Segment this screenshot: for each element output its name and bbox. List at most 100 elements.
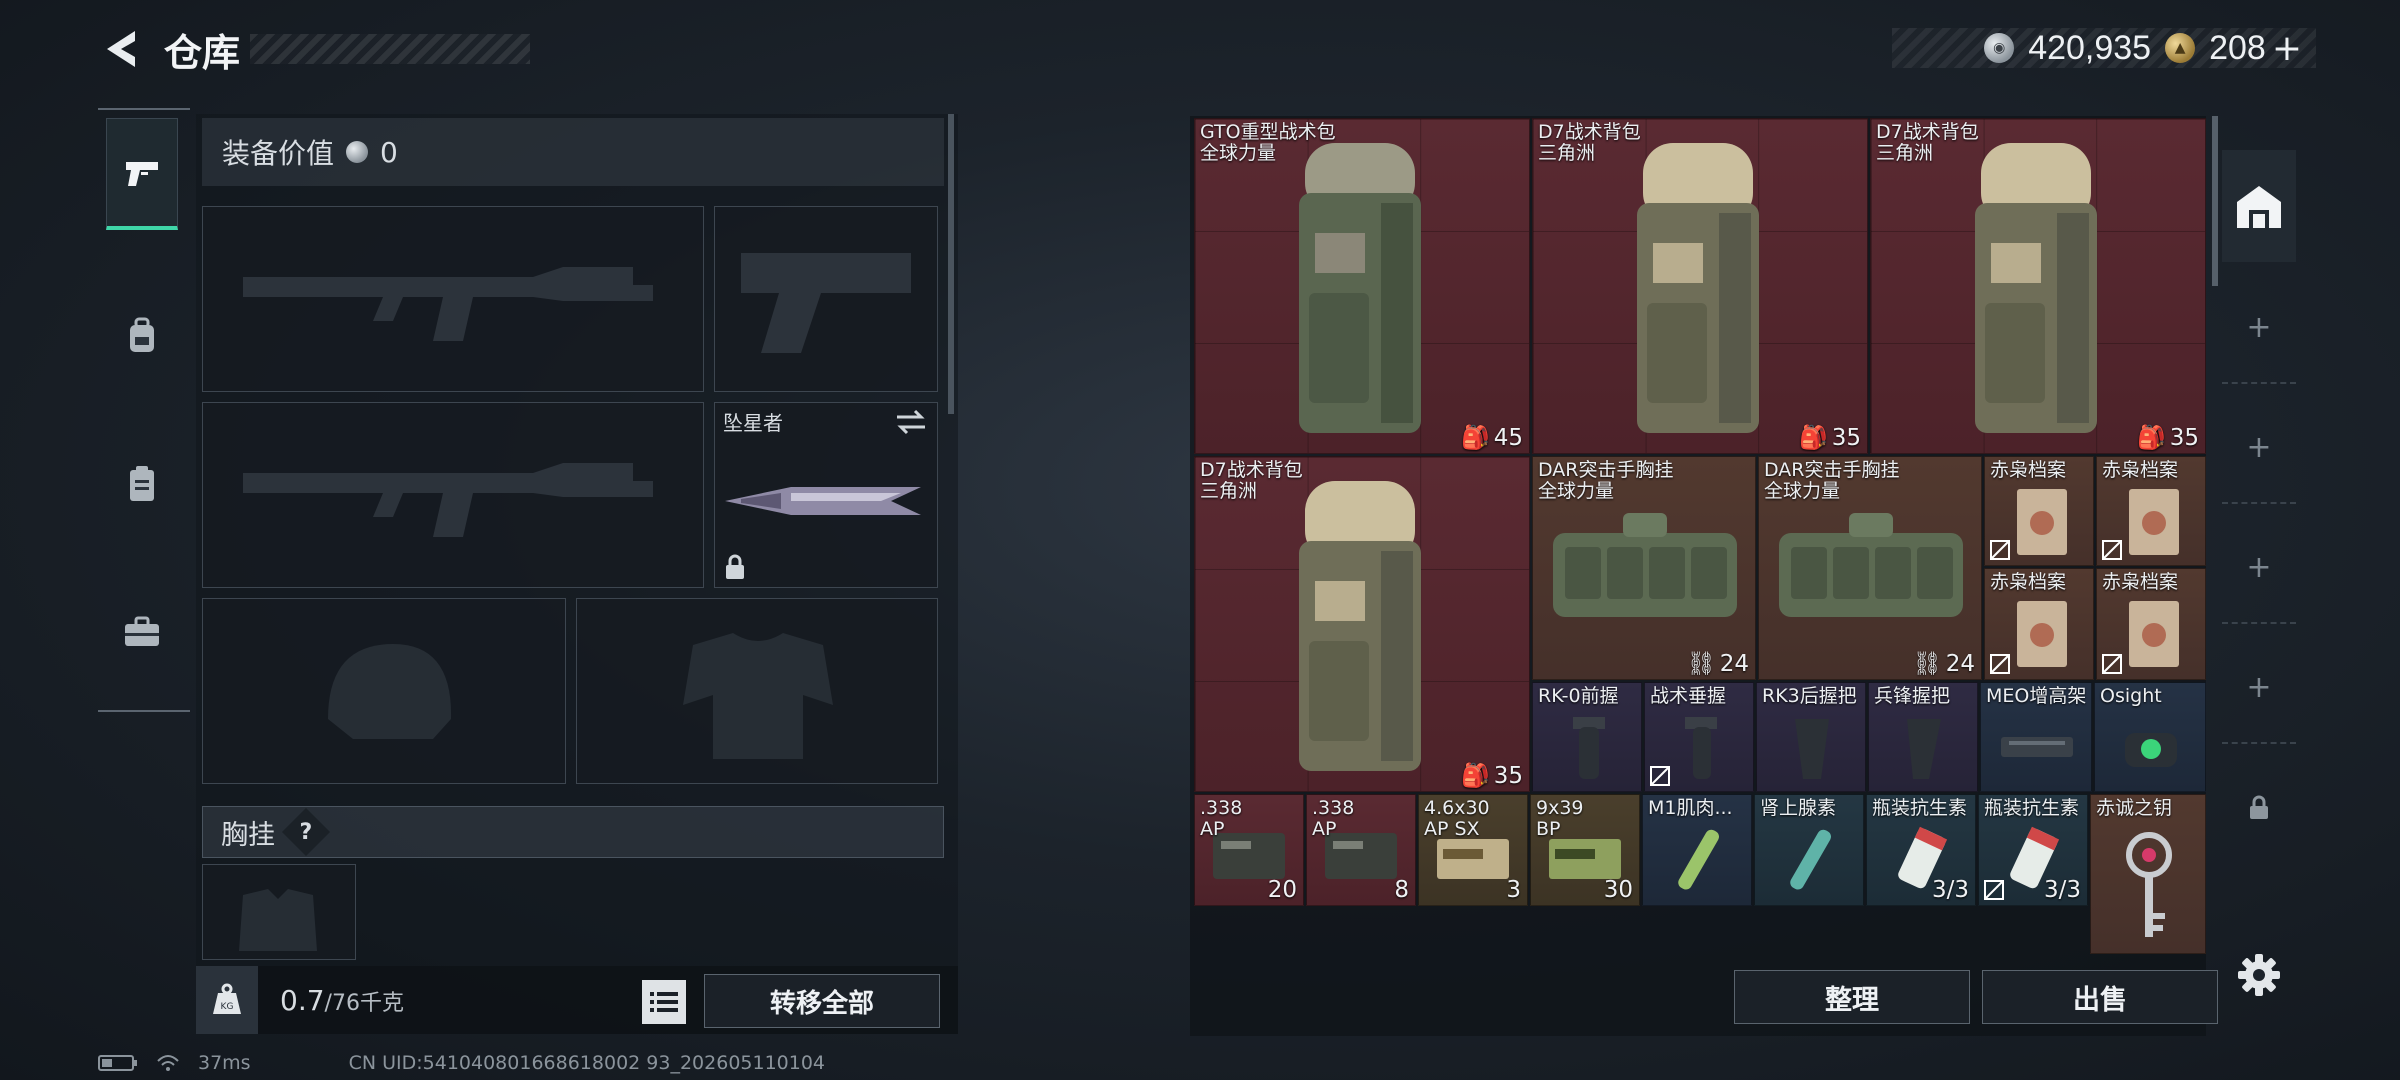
- stash-item-vertical-grip[interactable]: 战术垂握: [1644, 682, 1754, 792]
- no-insure-icon: [2102, 540, 2122, 560]
- backpack-art-icon: [1975, 143, 2097, 433]
- key-art-icon: [2126, 832, 2172, 937]
- stash-item-dossier[interactable]: 赤枭档案: [2096, 456, 2206, 566]
- tab-backpack[interactable]: [106, 280, 178, 392]
- stash-item-ammo-338[interactable]: .338 AP 20: [1194, 794, 1304, 906]
- stash-item-foregrip[interactable]: RK-0前握: [1532, 682, 1642, 792]
- ping-value: 37ms: [198, 1052, 251, 1074]
- stash-item-antibiotics[interactable]: 瓶装抗生素 3/3: [1866, 794, 1976, 906]
- stash-item-adrenaline[interactable]: 肾上腺素: [1754, 794, 1864, 906]
- sidearm-slot[interactable]: [714, 206, 938, 392]
- tab-weapons[interactable]: [106, 118, 178, 230]
- backpack-art-icon: [1637, 143, 1759, 433]
- stash-item-dar-chest-rig[interactable]: DAR突击手胸挂 全球力量 ⛓ 24: [1758, 456, 1982, 680]
- warehouse-icon: [2237, 186, 2281, 228]
- secondary-weapon-slot[interactable]: [202, 402, 704, 588]
- no-insure-icon: [1990, 540, 2010, 560]
- no-insure-icon: [1984, 880, 2004, 900]
- backpack-icon: [130, 317, 154, 352]
- stash-page-main[interactable]: [2222, 150, 2296, 262]
- stash-item-key[interactable]: 赤诚之钥: [2090, 794, 2206, 954]
- melee-slot[interactable]: 坠星者: [714, 402, 938, 588]
- injector-art-icon: [1678, 829, 1719, 890]
- helmet-silhouette-icon: [328, 644, 452, 739]
- uid-text: CN UID:541040801668618002 93_20260511010…: [348, 1052, 826, 1074]
- stash-item-rear-grip[interactable]: RK3后握把: [1756, 682, 1866, 792]
- silver-coin-icon: ◉: [1984, 33, 2015, 63]
- chest-rig-header: 胸挂 ?: [202, 806, 944, 858]
- dossier-art-icon: [2017, 489, 2067, 555]
- transfer-all-button[interactable]: 转移全部: [704, 974, 940, 1028]
- currency-bar: ◉ 420,935 ▲ 208 +: [1892, 28, 2316, 69]
- tab-chest-rig[interactable]: [106, 428, 178, 540]
- swap-icon[interactable]: [895, 409, 927, 435]
- stash-item-ammo-9x39[interactable]: 9x39 BP 30: [1530, 794, 1640, 906]
- stash-scrollbar[interactable]: [2212, 116, 2218, 286]
- stash-item-pistol-grip[interactable]: 兵锋握把: [1868, 682, 1978, 792]
- stash-item-dossier[interactable]: 赤枭档案: [1984, 568, 2094, 680]
- injector-art-icon: [1790, 829, 1831, 890]
- back-button[interactable]: [96, 22, 146, 76]
- stash-item-muscle-injector[interactable]: M1肌肉...: [1642, 794, 1752, 906]
- loadout-scrollbar[interactable]: [948, 114, 954, 414]
- locked-stash-page[interactable]: [2222, 752, 2296, 864]
- no-insure-icon: [1990, 654, 2010, 674]
- clipboard-vest-icon: [130, 466, 154, 501]
- stash-item-dar-chest-rig[interactable]: DAR突击手胸挂 全球力量 ⛓ 24: [1532, 456, 1756, 680]
- helmet-slot[interactable]: [202, 598, 566, 784]
- list-icon: [650, 992, 678, 1012]
- grip-art-icon: [1907, 719, 1941, 779]
- vest-silhouette-icon: [239, 889, 317, 951]
- stash-item-d7-backpack[interactable]: D7战术背包 三角洲 🎒 35: [1194, 456, 1530, 792]
- status-bar: 37ms CN UID:541040801668618002 93_202605…: [98, 1052, 825, 1074]
- wifi-icon: [157, 1055, 179, 1071]
- stash-panel: GTO重型战术包 全球力量 🎒 45 D7战术背包 三角洲 🎒 35 D7战术背包 三角洲: [1190, 116, 2218, 1036]
- chest-rig-art-icon: [1553, 513, 1737, 617]
- stash-item-d7-backpack[interactable]: D7战术背包 三角洲 🎒 35: [1870, 118, 2206, 454]
- dossier-art-icon: [2129, 489, 2179, 555]
- backpack-capacity-icon: 🎒: [1799, 425, 1828, 451]
- vest-capacity-icon: ⛓: [1912, 651, 1942, 677]
- briefcase-icon: [125, 616, 159, 646]
- list-view-button[interactable]: [642, 980, 686, 1024]
- stash-item-ammo-338[interactable]: .338 AP 8: [1306, 794, 1416, 906]
- add-stash-page-button[interactable]: +: [2222, 392, 2296, 504]
- lock-icon: [2250, 795, 2268, 819]
- body-armor-slot[interactable]: [576, 598, 938, 784]
- no-insure-icon: [2102, 654, 2122, 674]
- no-insure-icon: [1650, 766, 1670, 786]
- add-currency-button[interactable]: +: [2272, 28, 2302, 69]
- add-stash-page-button[interactable]: +: [2222, 512, 2296, 624]
- primary-weapon-slot[interactable]: [202, 206, 704, 392]
- sort-button[interactable]: 整理: [1734, 970, 1970, 1024]
- settings-button[interactable]: [2236, 952, 2282, 1002]
- backpack-art-icon: [1299, 481, 1421, 771]
- dossier-art-icon: [2017, 601, 2067, 667]
- stash-item-osight[interactable]: Osight: [2094, 682, 2206, 792]
- mount-art-icon: [2001, 737, 2073, 757]
- silver-coin-icon: [346, 141, 369, 163]
- add-stash-page-button[interactable]: +: [2222, 632, 2296, 744]
- stash-item-riser-mount[interactable]: MEO增高架: [1980, 682, 2092, 792]
- help-icon[interactable]: ?: [281, 807, 331, 857]
- stash-item-antibiotics[interactable]: 瓶装抗生素 3/3: [1978, 794, 2088, 906]
- equipment-value-row: 装备价值 0: [202, 118, 944, 186]
- silver-currency-value: 420,935: [2028, 28, 2152, 67]
- weight-icon: KG: [196, 966, 258, 1034]
- stash-item-d7-backpack[interactable]: D7战术背包 三角洲 🎒 35: [1532, 118, 1868, 454]
- add-stash-page-button[interactable]: +: [2222, 272, 2296, 384]
- stash-item-gto-backpack[interactable]: GTO重型战术包 全球力量 🎒 45: [1194, 118, 1530, 454]
- backpack-capacity-icon: 🎒: [1461, 425, 1490, 451]
- knife-icon: [725, 487, 921, 515]
- carry-weight: 0.7/76千克: [280, 983, 404, 1017]
- sell-button[interactable]: 出售: [1982, 970, 2218, 1024]
- stash-item-dossier[interactable]: 赤枭档案: [2096, 568, 2206, 680]
- sight-art-icon: [2125, 733, 2177, 767]
- stash-item-ammo-46x30[interactable]: 4.6x30 AP SX 3: [1418, 794, 1528, 906]
- stash-item-dossier[interactable]: 赤枭档案: [1984, 456, 2094, 566]
- chest-rig-art-icon: [1779, 513, 1963, 617]
- tab-toolbox[interactable]: [106, 576, 178, 688]
- chest-rig-slot[interactable]: [202, 864, 356, 960]
- backpack-art-icon: [1299, 143, 1421, 433]
- lock-icon: [726, 554, 744, 579]
